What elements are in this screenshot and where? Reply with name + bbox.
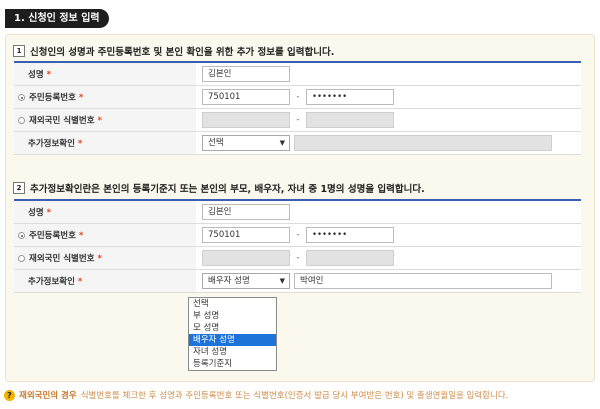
foreign-label: 재외국민 식별번호 (29, 116, 95, 126)
dropdown-option[interactable]: 모 성명 (189, 322, 276, 334)
name-label: 성명 (28, 208, 44, 218)
extra-select-dropdown: 선택 부 성명 모 성명 배우자 성명 자녀 성명 등록기준지 (188, 297, 277, 371)
footnote: ? 재외국민의 경우 식별번호를 체크한 후 성명과 주민등록번호 또는 식별번… (4, 389, 596, 401)
rrn-row: 주민등록번호 * 750101- ••••••• (14, 85, 581, 109)
rrn-back-input[interactable]: ••••••• (306, 227, 394, 243)
required-star: * (78, 231, 84, 241)
foreign-row: 재외국민 식별번호 * - (14, 246, 581, 270)
dash: - (296, 92, 300, 102)
extra-select-value: 배우자 성명 (208, 276, 250, 286)
required-star: * (97, 116, 102, 126)
rrn-label: 주민등록번호 (29, 231, 76, 241)
step-number-1: 1 (13, 45, 25, 57)
name-input[interactable]: 김본인 (202, 204, 290, 220)
name-row: 성명 * 김본인 (14, 200, 581, 224)
rrn-row: 주민등록번호 * 750101- ••••••• (14, 223, 581, 247)
extra-label: 추가정보확인 (28, 277, 75, 287)
rrn-radio[interactable] (18, 94, 25, 101)
rrn-back-input[interactable]: ••••••• (306, 89, 394, 105)
dropdown-option[interactable]: 배우자 성명 (189, 334, 276, 346)
block2-heading-text: 추가정보확인란은 본인의 등록기준지 또는 본인의 부모, 배우자, 자녀 중 … (30, 184, 425, 195)
extra-select-value: 선택 (208, 138, 224, 148)
footnote-text: 식별번호를 체크한 후 성명과 주민등록번호 또는 식별번호(인증서 발급 당시… (80, 391, 509, 401)
step-number-2: 2 (13, 182, 25, 194)
applicant-form-1: 성명 * 김본인 주민등록번호 * 750101- ••••••• 재외국민 식별번호… (14, 61, 581, 155)
required-star: * (46, 208, 52, 218)
foreign-radio[interactable] (18, 255, 25, 262)
dash: - (296, 253, 300, 263)
foreign-back-input[interactable] (306, 250, 394, 266)
foreign-row: 재외국민 식별번호 * - (14, 108, 581, 132)
name-row: 성명 * 김본인 (14, 62, 581, 86)
rrn-label: 주민등록번호 (29, 93, 76, 103)
extra-row: 추가정보확인 * 선택 ▼ (14, 131, 581, 155)
extra-select[interactable]: 배우자 성명 ▼ (202, 273, 290, 289)
extra-value-input[interactable] (294, 135, 552, 151)
section-title: 1. 신청인 정보 입력 (5, 9, 109, 28)
foreign-front-input[interactable] (202, 250, 290, 266)
required-star: * (77, 277, 83, 287)
question-icon: ? (4, 389, 15, 401)
block1-heading: 1 신청인의 성명과 주민등록번호 및 본인 확인을 위한 추가 정보를 입력합… (13, 44, 334, 58)
footnote-strong: 재외국민의 경우 (19, 391, 77, 401)
dash: - (296, 230, 300, 240)
block2-heading: 2 추가정보확인란은 본인의 등록기준지 또는 본인의 부모, 배우자, 자녀 … (13, 181, 425, 195)
rrn-front-input[interactable]: 750101 (202, 227, 290, 243)
required-star: * (46, 70, 52, 80)
extra-select[interactable]: 선택 ▼ (202, 135, 290, 151)
chevron-down-icon: ▼ (279, 277, 285, 285)
applicant-form-2: 성명 * 김본인 주민등록번호 * 750101- ••••••• 재외국민 식별번호… (14, 199, 581, 293)
rrn-front-input[interactable]: 750101 (202, 89, 290, 105)
foreign-back-input[interactable] (306, 112, 394, 128)
extra-row: 추가정보확인 * 배우자 성명 ▼ 박여인 (14, 269, 581, 293)
required-star: * (97, 254, 102, 264)
extra-label: 추가정보확인 (28, 139, 75, 149)
required-star: * (78, 93, 84, 103)
foreign-front-input[interactable] (202, 112, 290, 128)
dropdown-option[interactable]: 자녀 성명 (189, 346, 276, 358)
required-star: * (77, 139, 83, 149)
extra-value-input[interactable]: 박여인 (294, 273, 552, 289)
dropdown-option[interactable]: 등록기준지 (189, 358, 276, 370)
foreign-label: 재외국민 식별번호 (29, 254, 95, 264)
name-label: 성명 (28, 70, 44, 80)
chevron-down-icon: ▼ (279, 139, 285, 147)
dash: - (296, 115, 300, 125)
foreign-radio[interactable] (18, 117, 25, 124)
block1-heading-text: 신청인의 성명과 주민등록번호 및 본인 확인을 위한 추가 정보를 입력합니다… (30, 47, 335, 58)
dropdown-option[interactable]: 부 성명 (189, 310, 276, 322)
dropdown-option[interactable]: 선택 (189, 298, 276, 310)
rrn-radio[interactable] (18, 232, 25, 239)
name-input[interactable]: 김본인 (202, 66, 290, 82)
